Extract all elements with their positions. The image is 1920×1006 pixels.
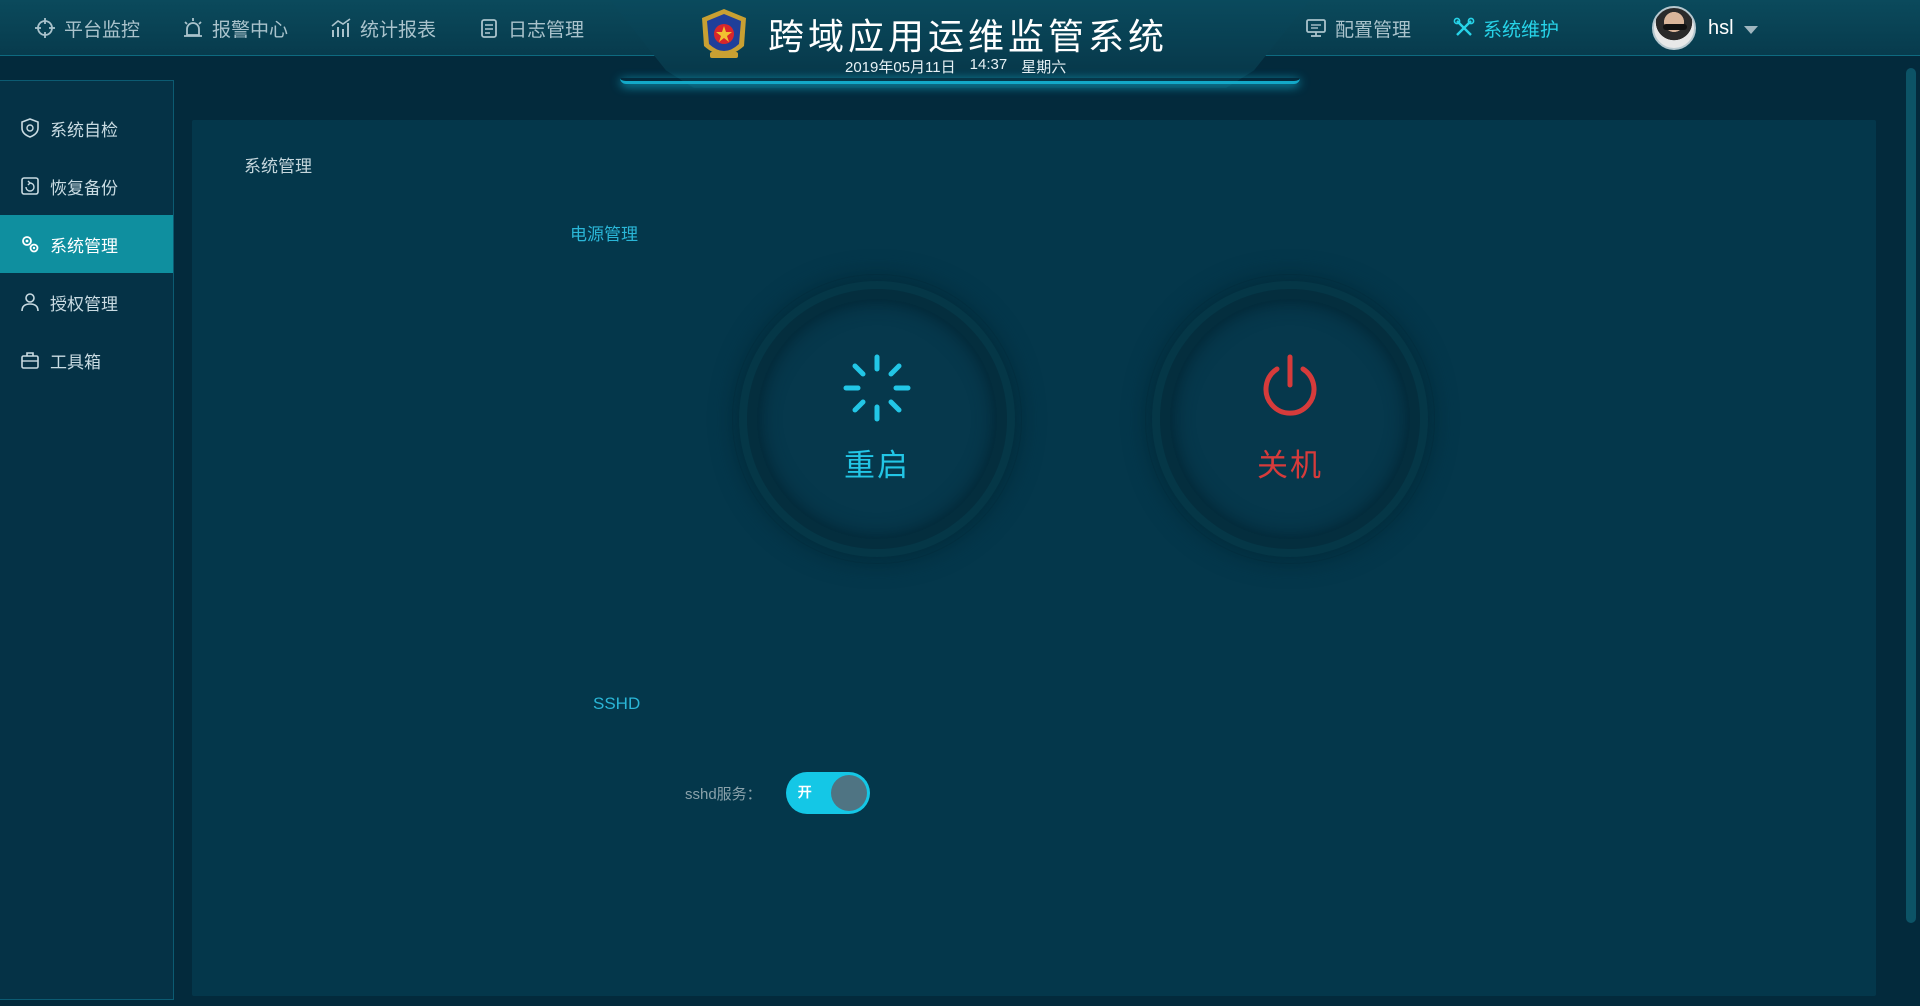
sidebar-item-label: 工具箱: [50, 352, 101, 372]
restart-button[interactable]: 重启: [732, 274, 1022, 564]
main-panel: 系统管理 电源管理 重启 关机 SSHD sshd服务： 开: [192, 120, 1876, 996]
title-plate-glow: [620, 78, 1300, 84]
nav-config-management[interactable]: 配置管理: [1305, 0, 1411, 56]
spinner-icon: [842, 353, 912, 428]
sidebar-item-system-management[interactable]: 系统管理: [0, 215, 173, 273]
power-icon: [1255, 353, 1325, 428]
nav-label: 配置管理: [1335, 19, 1412, 41]
shutdown-button[interactable]: 关机: [1145, 274, 1435, 564]
crosshair-icon: [34, 17, 56, 39]
nav-label: 报警中心: [212, 19, 289, 41]
nav-alarm-center[interactable]: 报警中心: [182, 0, 288, 56]
shield-icon: [20, 118, 40, 138]
nav-left: 平台监控 报警中心 统计报表 日志管理: [34, 0, 626, 56]
user-icon: [20, 292, 40, 312]
police-emblem-icon: [694, 6, 754, 66]
log-icon: [478, 17, 500, 39]
gears-icon: [20, 234, 40, 254]
nav-label: 统计报表: [360, 19, 437, 41]
nav-system-maintenance[interactable]: 系统维护: [1453, 0, 1559, 56]
nav-label: 系统维护: [1483, 19, 1560, 41]
backup-icon: [20, 176, 40, 196]
alarm-light-icon: [182, 17, 204, 39]
sshd-service-label: sshd服务：: [685, 785, 762, 803]
shutdown-label: 关机: [1257, 448, 1323, 483]
sidebar-item-authorization[interactable]: 授权管理: [0, 273, 173, 331]
datetime: 2019年05月11日 14:37 星期六: [845, 56, 1066, 77]
chart-icon: [330, 17, 352, 39]
scrollbar[interactable]: [1906, 68, 1916, 923]
time-text: 14:37: [969, 56, 1008, 73]
sidebar-item-label: 系统自检: [50, 120, 118, 140]
user-menu[interactable]: hsl: [1652, 6, 1758, 50]
nav-right: 配置管理 系统维护: [1305, 0, 1601, 56]
sidebar-item-label: 恢复备份: [50, 178, 118, 198]
nav-statistics[interactable]: 统计报表: [330, 0, 436, 56]
section-title-sshd: SSHD: [593, 694, 641, 713]
sidebar-item-self-check[interactable]: 系统自检: [0, 99, 173, 157]
breadcrumb: 系统管理: [244, 157, 312, 176]
weekday-text: 星期六: [1021, 59, 1067, 76]
toggle-knob: [830, 775, 867, 811]
nav-platform-monitor[interactable]: 平台监控: [34, 0, 140, 56]
sidebar: 系统自检 恢复备份 系统管理 授权管理 工具箱: [0, 80, 174, 1000]
nav-log-management[interactable]: 日志管理: [478, 0, 584, 56]
sshd-toggle[interactable]: 开: [785, 772, 870, 814]
restart-label: 重启: [844, 448, 910, 483]
nav-label: 平台监控: [64, 19, 141, 41]
sidebar-item-label: 授权管理: [50, 294, 118, 314]
sidebar-item-backup[interactable]: 恢复备份: [0, 157, 173, 215]
avatar: [1652, 6, 1696, 50]
nav-label: 日志管理: [508, 19, 585, 41]
date-text: 2019年05月11日: [845, 59, 956, 76]
sidebar-item-toolbox[interactable]: 工具箱: [0, 331, 173, 389]
restart-button-face: 重启: [757, 299, 997, 539]
section-title-power: 电源管理: [570, 225, 638, 244]
app-title: 跨域应用运维监管系统: [768, 16, 1169, 57]
chevron-down-icon: [1743, 26, 1758, 34]
sshd-service-row: sshd服务： 开: [685, 772, 870, 814]
tools-icon: [1453, 17, 1475, 39]
toolbox-icon: [20, 350, 40, 370]
toggle-on-text: 开: [797, 784, 812, 800]
monitor-icon: [1305, 17, 1327, 39]
sidebar-item-label: 系统管理: [50, 236, 118, 256]
username: hsl: [1708, 16, 1734, 39]
shutdown-button-face: 关机: [1170, 299, 1410, 539]
